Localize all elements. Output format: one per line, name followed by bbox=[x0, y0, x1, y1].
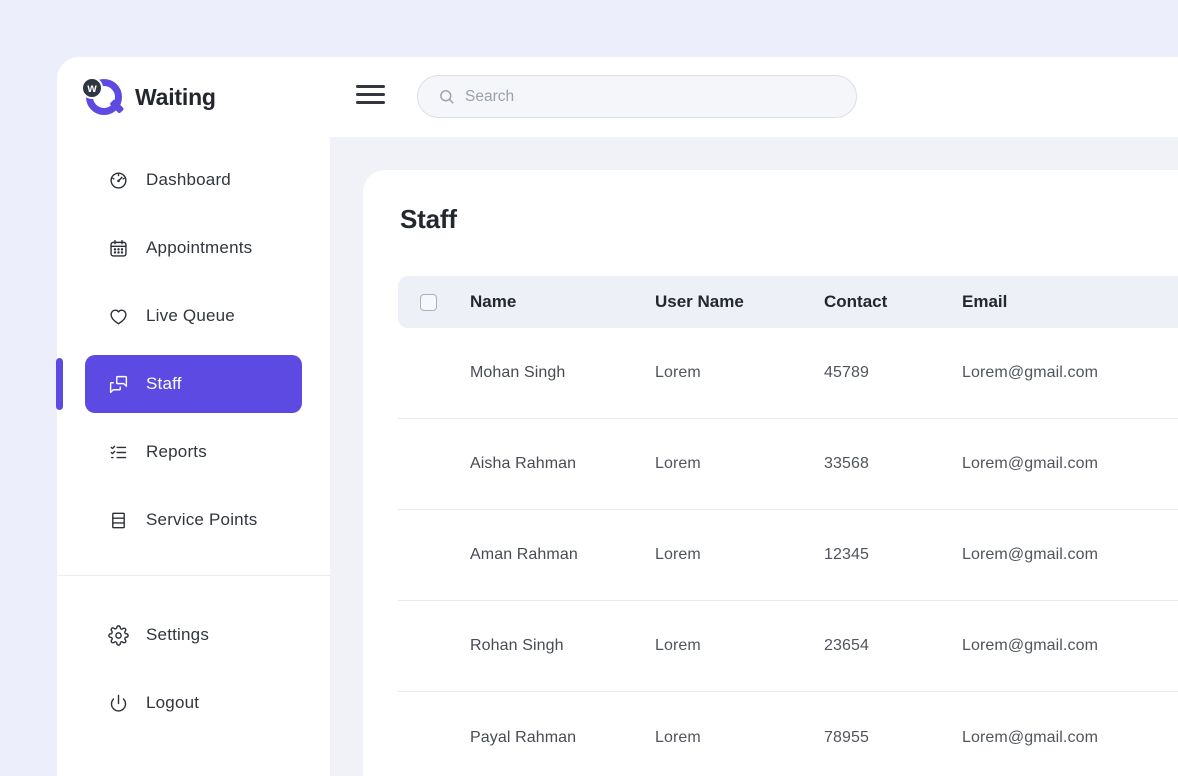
search-bar bbox=[417, 75, 857, 118]
search-icon bbox=[438, 88, 455, 105]
cell-name: Rohan Singh bbox=[470, 637, 655, 655]
cell-email: Lorem@gmail.com bbox=[962, 546, 1178, 564]
sidebar-item-settings[interactable]: Settings bbox=[85, 606, 302, 664]
page-title: Staff bbox=[400, 204, 457, 235]
table-row[interactable]: Aisha RahmanLorem33568Lorem@gmail.com bbox=[398, 419, 1178, 510]
chat-bubbles-icon bbox=[107, 373, 129, 395]
cell-name: Payal Rahman bbox=[470, 729, 655, 747]
sidebar-item-live-queue[interactable]: Live Queue bbox=[85, 287, 302, 345]
cell-contact: 12345 bbox=[824, 546, 962, 564]
cell-user-name: Lorem bbox=[655, 364, 824, 382]
cell-contact: 78955 bbox=[824, 729, 962, 747]
table-row[interactable]: Payal RahmanLorem78955Lorem@gmail.com bbox=[398, 692, 1178, 776]
cell-contact: 45789 bbox=[824, 364, 962, 382]
cell-user-name: Lorem bbox=[655, 546, 824, 564]
cell-email: Lorem@gmail.com bbox=[962, 637, 1178, 655]
logo-letter-badge: w bbox=[81, 77, 103, 99]
gear-icon bbox=[107, 624, 129, 646]
select-all-checkbox[interactable] bbox=[420, 294, 437, 311]
sidebar-item-label: Live Queue bbox=[146, 306, 235, 326]
table-body: Mohan SinghLorem45789Lorem@gmail.comAish… bbox=[398, 328, 1178, 776]
cell-email: Lorem@gmail.com bbox=[962, 455, 1178, 473]
sidebar-item-service-points[interactable]: Service Points bbox=[85, 491, 302, 549]
cell-contact: 23654 bbox=[824, 637, 962, 655]
power-icon bbox=[107, 692, 129, 714]
table-row[interactable]: Mohan SinghLorem45789Lorem@gmail.com bbox=[398, 328, 1178, 419]
calendar-icon bbox=[107, 237, 129, 259]
brand-logo-icon: w bbox=[83, 75, 127, 119]
table-header-row: NameUser NameContactEmail bbox=[398, 276, 1178, 328]
sidebar-item-label: Settings bbox=[146, 625, 209, 645]
cell-user-name: Lorem bbox=[655, 729, 824, 747]
brand-logo: w Waiting bbox=[83, 75, 216, 119]
sidebar-item-staff[interactable]: Staff bbox=[85, 355, 302, 413]
cell-email: Lorem@gmail.com bbox=[962, 729, 1178, 747]
cell-name: Aisha Rahman bbox=[470, 455, 655, 473]
sidebar-item-label: Staff bbox=[146, 374, 182, 394]
table-row[interactable]: Rohan SinghLorem23654Lorem@gmail.com bbox=[398, 601, 1178, 692]
search-input[interactable] bbox=[465, 88, 838, 106]
gauge-icon bbox=[107, 169, 129, 191]
heart-icon bbox=[107, 305, 129, 327]
cell-name: Aman Rahman bbox=[470, 546, 655, 564]
sidebar-item-label: Appointments bbox=[146, 238, 252, 258]
staff-card: Staff NameUser NameContactEmail Mohan Si… bbox=[363, 170, 1178, 776]
hamburger-icon bbox=[356, 85, 385, 88]
cell-user-name: Lorem bbox=[655, 637, 824, 655]
menu-toggle-button[interactable] bbox=[356, 85, 385, 104]
sidebar-footer-nav: Settings Logout bbox=[85, 606, 302, 742]
column-header-user-name: User Name bbox=[655, 292, 824, 312]
sidebar-item-label: Service Points bbox=[146, 510, 257, 530]
cell-user-name: Lorem bbox=[655, 455, 824, 473]
sidebar-item-label: Logout bbox=[146, 693, 199, 713]
cell-contact: 33568 bbox=[824, 455, 962, 473]
sidebar: w Waiting Dashboard Appointments Live Queu… bbox=[57, 57, 330, 776]
brand-name: Waiting bbox=[135, 84, 216, 111]
staff-table: NameUser NameContactEmail Mohan SinghLor… bbox=[398, 276, 1178, 776]
sidebar-divider bbox=[57, 575, 330, 576]
sidebar-item-dashboard[interactable]: Dashboard bbox=[85, 151, 302, 209]
cell-name: Mohan Singh bbox=[470, 364, 655, 382]
column-header-contact: Contact bbox=[824, 292, 962, 312]
sidebar-item-label: Dashboard bbox=[146, 170, 231, 190]
sidebar-item-logout[interactable]: Logout bbox=[85, 674, 302, 732]
topbar bbox=[330, 57, 1178, 137]
checklist-icon bbox=[107, 441, 129, 463]
cell-email: Lorem@gmail.com bbox=[962, 364, 1178, 382]
app-screen: w Waiting Dashboard Appointments Live Queu… bbox=[0, 0, 1178, 776]
column-header-email: Email bbox=[962, 292, 1178, 312]
sidebar-nav: Dashboard Appointments Live Queue Staff Repo… bbox=[85, 151, 302, 559]
table-row[interactable]: Aman RahmanLorem12345Lorem@gmail.com bbox=[398, 510, 1178, 601]
sidebar-item-reports[interactable]: Reports bbox=[85, 423, 302, 481]
sidebar-item-label: Reports bbox=[146, 442, 207, 462]
stacked-rows-icon bbox=[107, 509, 129, 531]
column-header-name: Name bbox=[470, 292, 655, 312]
sidebar-item-appointments[interactable]: Appointments bbox=[85, 219, 302, 277]
